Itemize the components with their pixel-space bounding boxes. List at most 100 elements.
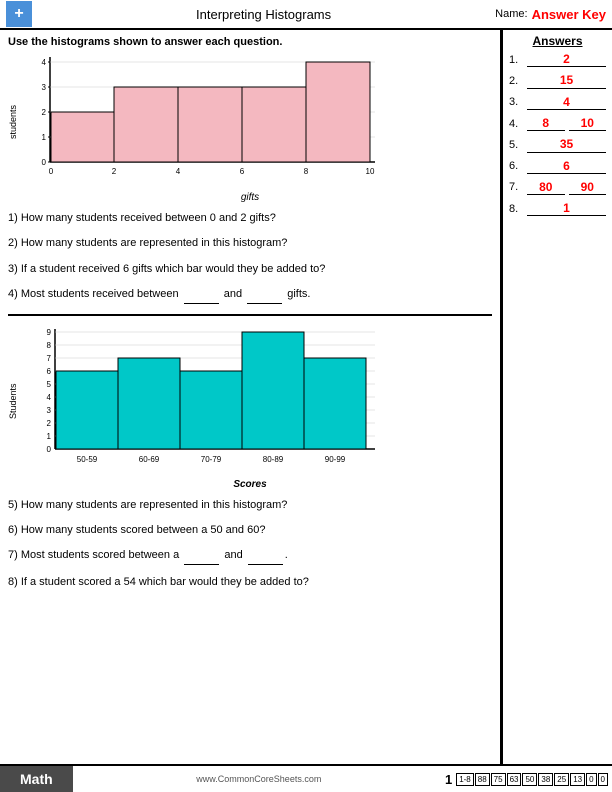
- logo-icon: +: [6, 1, 32, 27]
- q4-suffix: gifts.: [287, 288, 310, 300]
- chart2-inner: 0 1 2 3 4 5 6 7 8 9: [20, 324, 492, 479]
- answers-panel: Answers 1. 2 2. 15 3. 4 4. 8 10 5. 35 6.…: [502, 30, 612, 764]
- ans4-val2: 10: [569, 116, 607, 131]
- ans4-val1: 8: [527, 116, 565, 131]
- question-7: 7) Most students scored between a and .: [8, 548, 492, 564]
- q2-num: 2): [8, 237, 18, 249]
- svg-text:4: 4: [47, 393, 52, 402]
- chart1-x-label: gifts: [8, 192, 492, 203]
- svg-text:4: 4: [42, 58, 47, 67]
- question-6: 6) How many students scored between a 50…: [8, 523, 492, 538]
- stat-13: 13: [570, 773, 585, 786]
- section-divider: [8, 314, 492, 316]
- chart2-x-label: Scores: [8, 479, 492, 490]
- q6-num: 6): [8, 524, 18, 536]
- q4-blank2: [247, 287, 282, 303]
- svg-text:8: 8: [47, 341, 52, 350]
- stat-75: 75: [491, 773, 506, 786]
- footer-math-label: Math: [0, 766, 73, 792]
- svg-text:10: 10: [366, 167, 375, 176]
- ans4-double: 8 10: [527, 116, 606, 131]
- svg-text:2: 2: [47, 419, 52, 428]
- ans7-double: 80 90: [527, 180, 606, 195]
- svg-text:50-59: 50-59: [77, 455, 98, 464]
- ans7-num: 7.: [509, 181, 525, 193]
- svg-text:90-99: 90-99: [325, 455, 346, 464]
- q2-text: How many students are represented in thi…: [21, 237, 288, 249]
- q4-blank1: [184, 287, 219, 303]
- ans3-value: 4: [527, 95, 606, 110]
- stat-0b: 0: [598, 773, 608, 786]
- chart1-inner: 0 1 2 3 4: [20, 52, 492, 192]
- chart1: students 0 1: [8, 52, 492, 203]
- svg-text:6: 6: [240, 167, 245, 176]
- svg-text:3: 3: [42, 83, 47, 92]
- ans3-num: 3.: [509, 96, 525, 108]
- question-1: 1) How many students received between 0 …: [8, 211, 492, 226]
- question-3: 3) If a student received 6 gifts which b…: [8, 262, 492, 277]
- answer-1: 1. 2: [509, 52, 606, 67]
- footer-page: 1: [445, 772, 452, 787]
- q8-num: 8): [8, 576, 18, 588]
- chart1-svg: 0 1 2 3 4: [20, 52, 380, 192]
- ans5-num: 5.: [509, 139, 525, 151]
- answer-5: 5. 35: [509, 137, 606, 152]
- name-label: Name:: [495, 8, 527, 20]
- q8-text: If a student scored a 54 which bar would…: [21, 576, 309, 588]
- stat-range: 1-8: [456, 773, 474, 786]
- stat-63: 63: [507, 773, 522, 786]
- svg-text:2: 2: [112, 167, 117, 176]
- ans8-num: 8.: [509, 203, 525, 215]
- question-4: 4) Most students received between and gi…: [8, 287, 492, 303]
- svg-text:0: 0: [42, 158, 47, 167]
- svg-text:6: 6: [47, 367, 52, 376]
- answer-4: 4. 8 10: [509, 116, 606, 131]
- page-title: Interpreting Histograms: [32, 7, 495, 22]
- q6-text: How many students scored between a 50 an…: [21, 524, 266, 536]
- header: + Interpreting Histograms Name: Answer K…: [0, 0, 612, 30]
- ans5-value: 35: [527, 137, 606, 152]
- ans6-num: 6.: [509, 160, 525, 172]
- chart2: Students 0 1 2 3 4 5 6: [8, 324, 492, 490]
- ans1-num: 1.: [509, 54, 525, 66]
- q5-text: How many students are represented in thi…: [21, 499, 288, 511]
- q7-num: 7): [8, 549, 18, 561]
- svg-text:0: 0: [49, 167, 54, 176]
- answer-2: 2. 15: [509, 73, 606, 88]
- svg-text:0: 0: [47, 445, 52, 454]
- ans2-value: 15: [527, 73, 606, 88]
- question-8: 8) If a student scored a 54 which bar wo…: [8, 575, 492, 590]
- answers-title: Answers: [509, 34, 606, 48]
- ans8-value: 1: [527, 201, 606, 216]
- svg-text:4: 4: [176, 167, 181, 176]
- q7-text: Most students scored between a: [21, 549, 179, 561]
- stat-88: 88: [475, 773, 490, 786]
- q5-num: 5): [8, 499, 18, 511]
- ans1-value: 2: [527, 52, 606, 67]
- svg-text:5: 5: [47, 380, 52, 389]
- stat-50: 50: [522, 773, 537, 786]
- ans7-val2: 90: [569, 180, 607, 195]
- svg-text:3: 3: [47, 406, 52, 415]
- instruction-text: Use the histograms shown to answer each …: [8, 36, 492, 48]
- question-5: 5) How many students are represented in …: [8, 498, 492, 513]
- svg-text:9: 9: [47, 328, 52, 337]
- answer-key-label: Answer Key: [532, 7, 606, 22]
- svg-text:7: 7: [47, 354, 52, 363]
- chart2-svg: 0 1 2 3 4 5 6 7 8 9: [20, 324, 380, 479]
- main-content: Use the histograms shown to answer each …: [0, 30, 612, 764]
- answer-6: 6. 6: [509, 159, 606, 174]
- answer-7: 7. 80 90: [509, 180, 606, 195]
- q1-num: 1): [8, 212, 18, 224]
- answer-3: 3. 4: [509, 95, 606, 110]
- q4-text: Most students received between: [21, 288, 179, 300]
- ans4-num: 4.: [509, 118, 525, 130]
- ans6-value: 6: [527, 159, 606, 174]
- svg-text:1: 1: [42, 133, 47, 142]
- content-area: Use the histograms shown to answer each …: [0, 30, 502, 764]
- svg-text:80-89: 80-89: [263, 455, 284, 464]
- footer: Math www.CommonCoreSheets.com 1 1-8 88 7…: [0, 764, 612, 792]
- q7-blank1: [184, 548, 219, 564]
- svg-text:2: 2: [42, 108, 47, 117]
- q1-text: How many students received between 0 and…: [21, 212, 276, 224]
